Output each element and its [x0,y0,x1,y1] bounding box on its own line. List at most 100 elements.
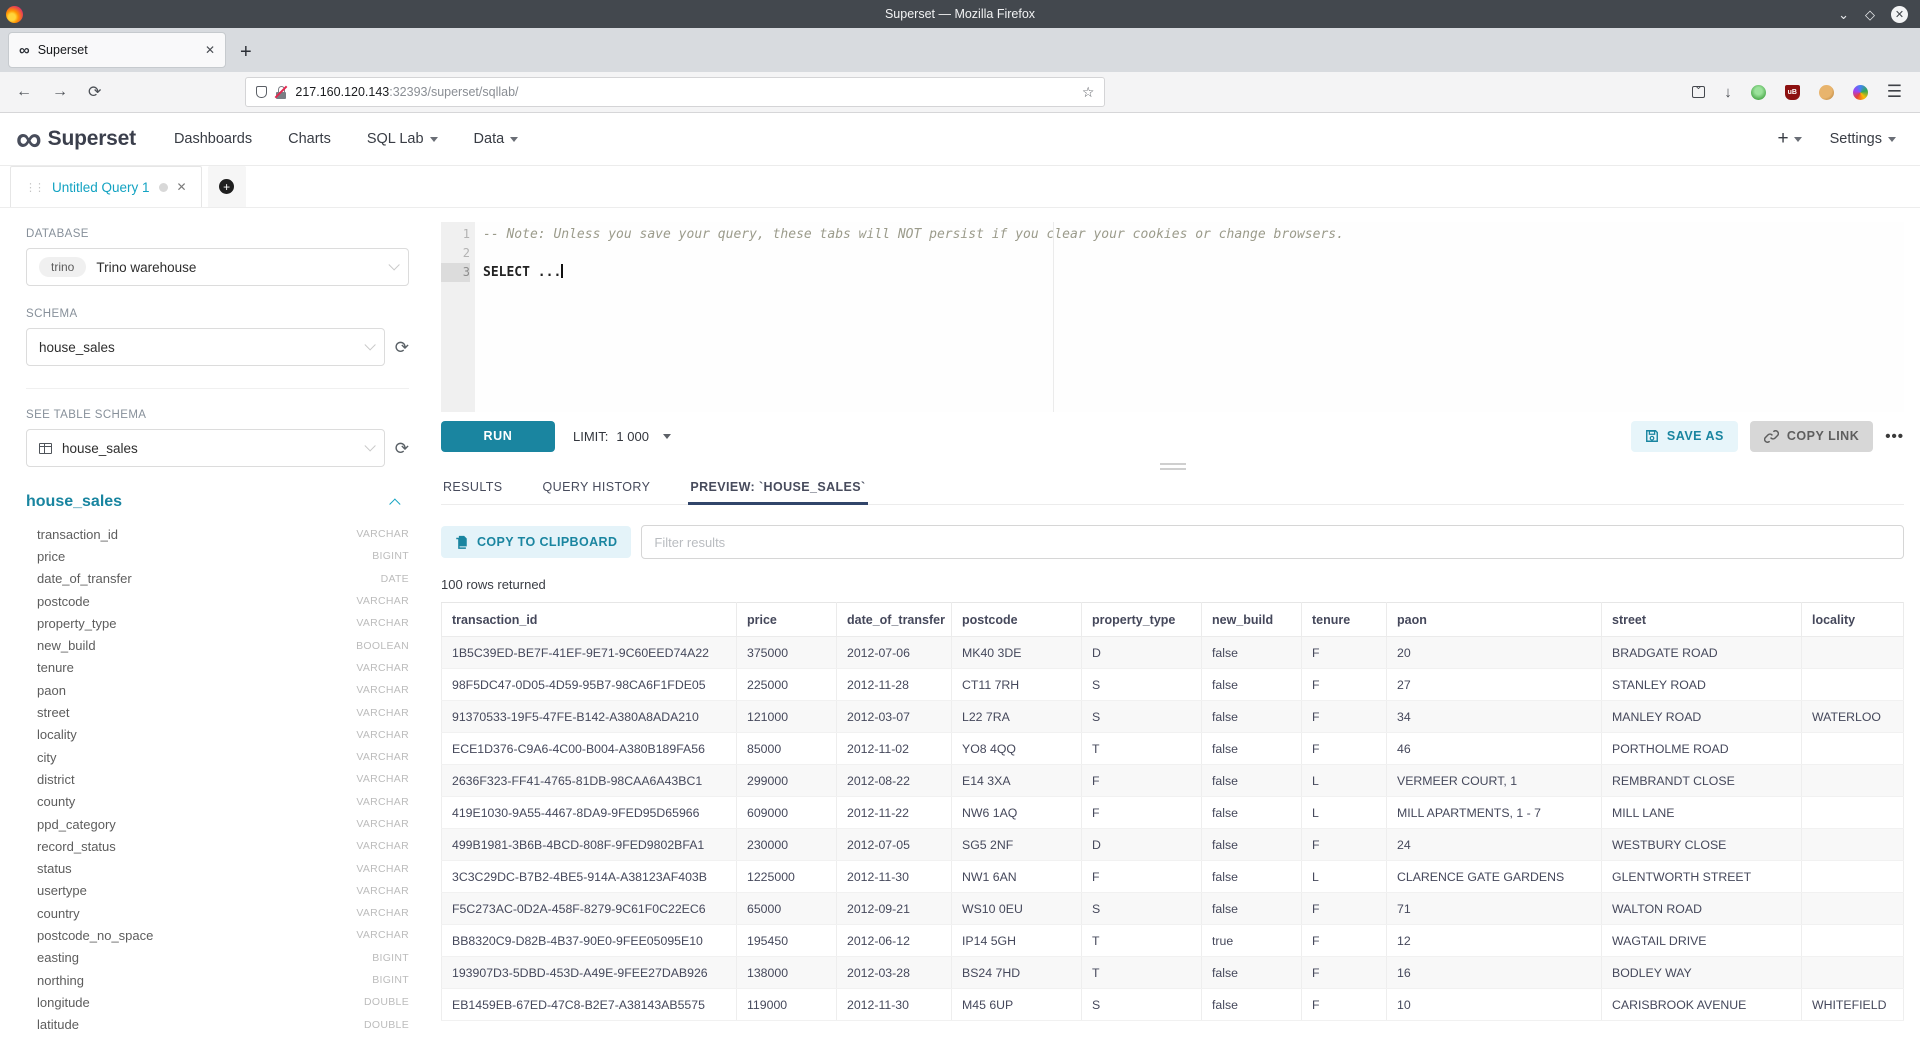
column-type: BIGINT [372,550,409,562]
settings-menu[interactable]: Settings [1830,131,1896,147]
save-icon [1645,429,1659,443]
column-header-postcode[interactable]: postcode [952,603,1082,637]
table-cell: 2012-11-02 [837,733,952,765]
nav-item-data[interactable]: Data [474,131,519,147]
table-icon [39,443,52,454]
table-cell: T [1082,733,1202,765]
url-text[interactable]: 217.160.120.143:32393/superset/sqllab/ [295,85,1073,99]
table-cell: PORTHOLME ROAD [1602,733,1802,765]
results-table-container[interactable]: transaction_idpricedate_of_transferpostc… [441,602,1904,1042]
table-row: 193907D3-5DBD-453D-A49E-9FEE27DAB9261380… [442,957,1904,989]
column-type: VARCHAR [356,707,409,719]
copy-to-clipboard-button[interactable]: COPY TO CLIPBOARD [441,526,631,558]
column-header-street[interactable]: street [1602,603,1802,637]
column-header-new_build[interactable]: new_build [1202,603,1302,637]
editor-gutter: 123 [441,222,475,412]
table-cell: F [1302,957,1387,989]
save-as-button[interactable]: SAVE AS [1631,421,1738,452]
tab-query-history[interactable]: QUERY HISTORY [541,472,653,504]
table-cell: L [1302,765,1387,797]
new-tab-button[interactable]: + [240,41,252,64]
copy-link-button[interactable]: COPY LINK [1750,421,1873,452]
column-type: VARCHAR [356,818,409,830]
run-button[interactable]: RUN [441,421,555,452]
schema-select[interactable]: house_sales [26,328,385,366]
table-cell: NW6 1AQ [952,797,1082,829]
refresh-table-icon[interactable]: ⟳ [395,440,409,457]
column-type: BOOLEAN [356,640,409,652]
collapse-chevron-icon[interactable] [389,498,400,509]
query-tab-close-icon[interactable]: ✕ [177,180,187,194]
refresh-schema-icon[interactable]: ⟳ [395,339,409,356]
reload-icon[interactable]: ⟳ [88,82,101,102]
table-cell: 2012-03-07 [837,701,952,733]
table-cell [1802,829,1904,861]
column-header-tenure[interactable]: tenure [1302,603,1387,637]
pocket-icon[interactable] [1692,86,1705,98]
table-column-row: longitudeDOUBLE [26,991,409,1013]
query-tab-label: Untitled Query 1 [52,180,150,195]
forward-icon[interactable]: → [52,83,68,101]
browser-tab[interactable]: ∞ Superset ✕ [8,32,226,68]
table-cell: 2012-11-22 [837,797,952,829]
table-column-row: localityVARCHAR [26,724,409,746]
editor-code[interactable]: -- Note: Unless you save your query, the… [475,222,1904,412]
column-header-paon[interactable]: paon [1387,603,1602,637]
table-schema-label: SEE TABLE SCHEMA [26,409,409,421]
tab-results[interactable]: RESULTS [441,472,505,504]
tracking-shield-icon[interactable] [256,86,267,98]
add-query-tab-button[interactable]: + [208,166,246,207]
window-maximize-icon[interactable]: ◇ [1865,8,1875,21]
table-name-heading[interactable]: house_sales [26,493,122,511]
drag-handle-icon[interactable]: ⋮⋮ [25,181,43,194]
tab-preview[interactable]: PREVIEW: `HOUSE_SALES` [688,472,867,504]
superset-logo[interactable]: ∞ Superset [16,125,136,154]
nav-item-charts[interactable]: Charts [288,131,331,147]
filter-results-input[interactable] [641,525,1904,559]
table-cell: GLENTWORTH STREET [1602,861,1802,893]
colorful-extension-icon[interactable] [1853,85,1868,100]
table-cell: 1225000 [737,861,837,893]
column-header-property_type[interactable]: property_type [1082,603,1202,637]
column-name: property_type [37,616,117,631]
database-select[interactable]: trino Trino warehouse [26,248,409,286]
query-tab-active[interactable]: ⋮⋮ Untitled Query 1 ✕ [10,166,202,207]
bookmark-star-icon[interactable]: ☆ [1082,84,1095,101]
column-name: longitude [37,995,90,1010]
more-options-button[interactable]: ••• [1885,428,1904,445]
column-header-locality[interactable]: locality [1802,603,1904,637]
column-header-transaction_id[interactable]: transaction_id [442,603,737,637]
table-column-row: paonVARCHAR [26,679,409,701]
table-cell: 609000 [737,797,837,829]
nav-item-sql-lab[interactable]: SQL Lab [367,131,438,147]
tab-close-icon[interactable]: ✕ [205,43,215,57]
table-cell: false [1202,797,1302,829]
table-cell: ECE1D376-C9A6-4C00-B004-A380B189FA56 [442,733,737,765]
column-header-price[interactable]: price [737,603,837,637]
limit-dropdown[interactable]: LIMIT: 1 000 [573,429,671,444]
insecure-lock-icon[interactable] [275,86,287,99]
table-cell: REMBRANDT CLOSE [1602,765,1802,797]
ublock-extension-icon[interactable] [1785,85,1800,100]
url-bar[interactable]: 217.160.120.143:32393/superset/sqllab/ ☆ [245,77,1105,107]
table-cell [1802,797,1904,829]
table-select[interactable]: house_sales [26,429,385,467]
pane-splitter[interactable] [441,460,1904,472]
back-icon[interactable]: ← [16,83,32,101]
column-header-date_of_transfer[interactable]: date_of_transfer [837,603,952,637]
downloads-icon[interactable]: ↓ [1724,85,1732,100]
table-cell: CLARENCE GATE GARDENS [1387,861,1602,893]
menu-hamburger-icon[interactable]: ☰ [1887,82,1902,102]
nav-item-dashboards[interactable]: Dashboards [174,131,252,147]
window-close-icon[interactable]: ✕ [1891,6,1908,23]
window-minimize-icon[interactable]: ⌄ [1838,8,1849,21]
chevron-down-icon [1888,137,1896,142]
sql-editor[interactable]: 123 -- Note: Unless you save your query,… [441,222,1904,412]
cookie-extension-icon[interactable] [1819,85,1834,100]
column-name: transaction_id [37,527,118,542]
table-cell: NW1 6AN [952,861,1082,893]
editor-toolbar: RUN LIMIT: 1 000 SAVE AS COPY LINK ••• [441,412,1904,460]
table-cell: false [1202,829,1302,861]
extension-green-icon[interactable] [1751,85,1766,100]
new-item-menu[interactable]: + [1777,128,1801,150]
